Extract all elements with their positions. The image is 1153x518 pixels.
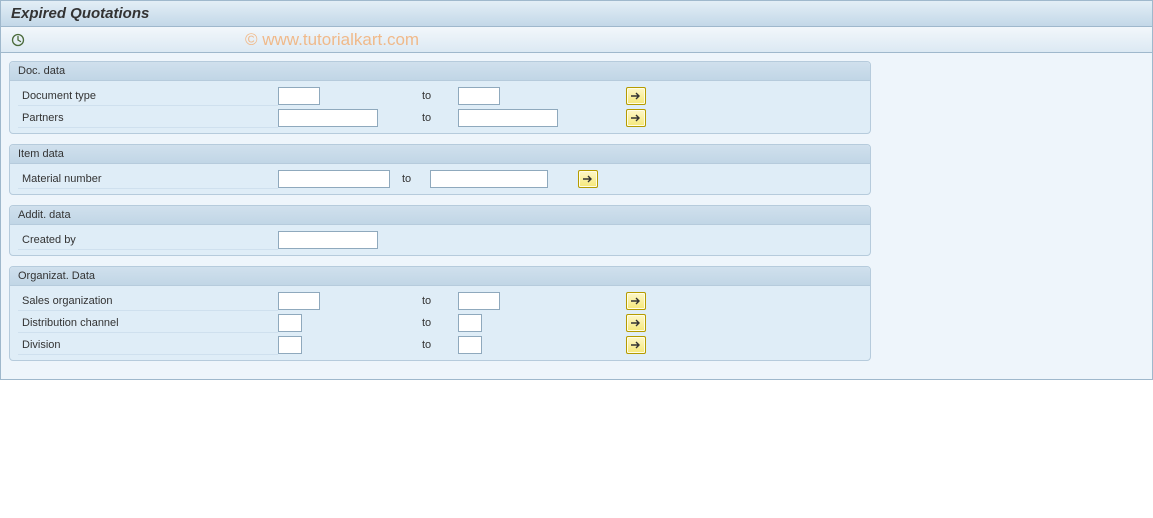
label-partners: Partners xyxy=(18,108,278,128)
arrow-right-icon xyxy=(631,114,641,122)
group-header-addit: Addit. data xyxy=(10,206,870,225)
division-from[interactable] xyxy=(278,336,302,354)
group-item-data: Item data Material number to xyxy=(9,144,871,195)
multi-select-material-number[interactable] xyxy=(578,170,598,188)
to-label: to xyxy=(418,90,458,102)
document-type-to[interactable] xyxy=(458,87,500,105)
dist-channel-to[interactable] xyxy=(458,314,482,332)
label-dist-channel: Distribution channel xyxy=(18,313,278,333)
label-division: Division xyxy=(18,335,278,355)
row-sales-organization: Sales organization to xyxy=(10,290,870,312)
multi-select-division[interactable] xyxy=(626,336,646,354)
arrow-right-icon xyxy=(631,341,641,349)
label-created-by: Created by xyxy=(18,230,278,250)
group-addit-data: Addit. data Created by xyxy=(9,205,871,256)
arrow-right-icon xyxy=(583,175,593,183)
group-header-doc: Doc. data xyxy=(10,62,870,81)
division-to[interactable] xyxy=(458,336,482,354)
multi-select-sales-org[interactable] xyxy=(626,292,646,310)
row-material-number: Material number to xyxy=(10,168,870,190)
label-sales-org: Sales organization xyxy=(18,291,278,311)
clock-execute-icon xyxy=(11,33,25,47)
multi-select-document-type[interactable] xyxy=(626,87,646,105)
to-label: to xyxy=(418,317,458,329)
watermark: © www.tutorialkart.com xyxy=(245,30,419,50)
label-document-type: Document type xyxy=(18,86,278,106)
window: Expired Quotations © www.tutorialkart.co… xyxy=(0,0,1153,380)
partners-from[interactable] xyxy=(278,109,378,127)
group-header-item: Item data xyxy=(10,145,870,164)
label-material-number: Material number xyxy=(18,169,278,189)
to-label: to xyxy=(418,112,458,124)
multi-select-dist-channel[interactable] xyxy=(626,314,646,332)
material-number-from[interactable] xyxy=(278,170,390,188)
multi-select-partners[interactable] xyxy=(626,109,646,127)
row-document-type: Document type to xyxy=(10,85,870,107)
row-distribution-channel: Distribution channel to xyxy=(10,312,870,334)
page-title: Expired Quotations xyxy=(1,1,1152,27)
created-by-input[interactable] xyxy=(278,231,378,249)
dist-channel-from[interactable] xyxy=(278,314,302,332)
content: Doc. data Document type to Partners to xyxy=(1,53,1152,379)
document-type-from[interactable] xyxy=(278,87,320,105)
group-org-data: Organizat. Data Sales organization to Di… xyxy=(9,266,871,361)
group-doc-data: Doc. data Document type to Partners to xyxy=(9,61,871,134)
arrow-right-icon xyxy=(631,297,641,305)
group-header-org: Organizat. Data xyxy=(10,267,870,286)
to-label: to xyxy=(418,339,458,351)
title-text: Expired Quotations xyxy=(11,5,149,22)
row-division: Division to xyxy=(10,334,870,356)
row-partners: Partners to xyxy=(10,107,870,129)
material-number-to[interactable] xyxy=(430,170,548,188)
sales-org-from[interactable] xyxy=(278,292,320,310)
arrow-right-icon xyxy=(631,319,641,327)
sales-org-to[interactable] xyxy=(458,292,500,310)
row-created-by: Created by xyxy=(10,229,870,251)
to-label: to xyxy=(418,295,458,307)
to-label: to xyxy=(398,173,430,185)
execute-button[interactable] xyxy=(9,31,27,49)
partners-to[interactable] xyxy=(458,109,558,127)
toolbar: © www.tutorialkart.com xyxy=(1,27,1152,53)
arrow-right-icon xyxy=(631,92,641,100)
